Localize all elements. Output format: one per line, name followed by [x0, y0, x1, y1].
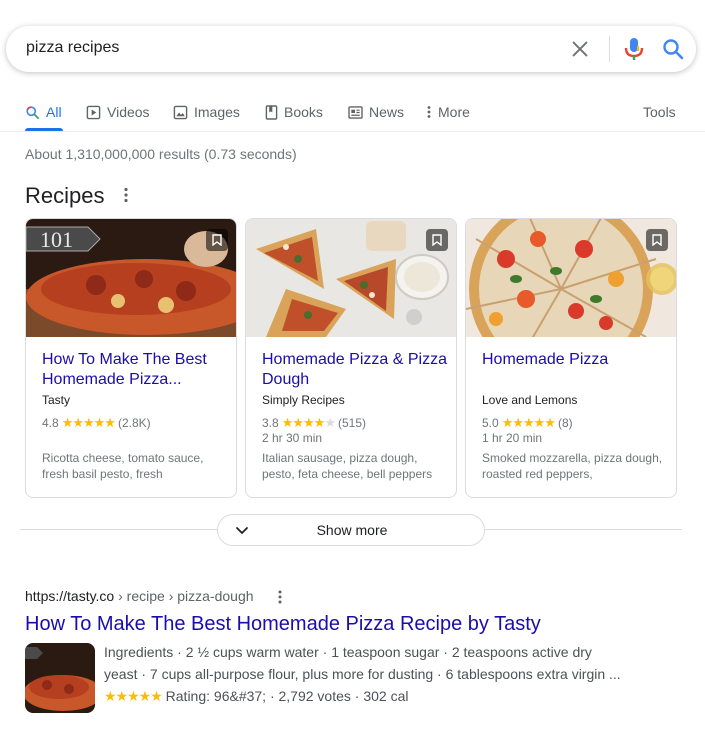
search-bar[interactable]: pizza recipes: [6, 26, 696, 72]
tab-news[interactable]: News: [348, 102, 404, 122]
search-input[interactable]: pizza recipes: [26, 39, 119, 57]
more-vert-icon: [427, 106, 431, 118]
recipe-card[interactable]: Homemade Pizza Love and Lemons 5.0 ★★★★★…: [465, 218, 677, 498]
result-stats: About 1,310,000,000 results (0.73 second…: [25, 146, 297, 162]
result-snippet: Ingredients · 2 ½ cups warm water · 1 te…: [104, 641, 684, 707]
recipe-card[interactable]: 101 How To Make The Best Homemade Pizza.…: [25, 218, 237, 498]
recipe-source: Tasty: [42, 393, 71, 407]
bookmark-icon[interactable]: [206, 229, 228, 251]
search-tabs: All Videos Images Books News More Tools: [0, 98, 705, 132]
tab-label: Books: [284, 104, 323, 120]
rating-value: 4.8: [42, 416, 59, 430]
recipe-card[interactable]: Homemade Pizza & Pizza Dough Simply Reci…: [245, 218, 457, 498]
tab-images[interactable]: Images: [173, 102, 240, 122]
image-icon: [173, 105, 188, 119]
recipe-source: Love and Lemons: [482, 393, 578, 407]
stars-empty: ★: [324, 415, 336, 430]
tab-label: Images: [194, 104, 240, 120]
bookmark-icon[interactable]: [426, 229, 448, 251]
more-vert-icon[interactable]: [119, 186, 133, 204]
tools-label: Tools: [643, 104, 676, 120]
recipe-title[interactable]: How To Make The Best Homemade Pizza...: [42, 350, 228, 390]
search-divider: [609, 36, 610, 62]
recipe-rating: 3.8 ★★★★★ (515): [262, 415, 366, 431]
recipe-ingredients: Ricotta cheese, tomato sauce, fresh basi…: [42, 451, 204, 481]
star-rating-icon: ★★★★★: [104, 688, 163, 704]
tab-label: News: [369, 104, 405, 120]
result-rating: ★★★★★ Rating: 96&#37; · 2,792 votes · 30…: [104, 685, 684, 707]
rating-count: (515): [337, 416, 366, 430]
recipe-title[interactable]: Homemade Pizza: [482, 350, 668, 370]
result-url[interactable]: https://tasty.co › recipe › pizza-dough: [25, 588, 254, 604]
result-thumbnail[interactable]: [25, 643, 95, 713]
recipe-rating: 4.8 ★★★★★ (2.8K): [42, 415, 151, 431]
recipe-image: 101: [26, 219, 236, 337]
tab-label: All: [46, 104, 62, 120]
tools-button[interactable]: Tools: [643, 102, 676, 122]
show-more-label: Show more: [316, 522, 388, 538]
tab-videos[interactable]: Videos: [86, 102, 150, 122]
recipe-ingredients: Smoked mozzarella, pizza dough, roasted …: [482, 451, 663, 481]
show-more-button[interactable]: Show more: [217, 514, 485, 546]
tab-label: More: [438, 104, 470, 120]
more-vert-icon[interactable]: [274, 589, 286, 605]
search-icon: [26, 105, 39, 119]
star-rating-icon: ★★★★★: [281, 415, 336, 431]
bookmark-icon[interactable]: [646, 229, 668, 251]
microphone-icon[interactable]: [623, 37, 645, 61]
recipe-time: 1 hr 20 min: [482, 431, 543, 445]
rating-count: (8): [557, 416, 573, 430]
recipe-image: [246, 219, 456, 337]
result-site: https://tasty.co: [25, 588, 115, 604]
recipes-heading: Recipes: [25, 183, 105, 208]
tab-label: Videos: [107, 104, 150, 120]
search-icon[interactable]: [661, 37, 685, 61]
recipe-ingredients: Italian sausage, pizza dough, pesto, fet…: [262, 451, 433, 481]
book-icon: [265, 104, 278, 120]
recipe-rating: 5.0 ★★★★★ (8): [482, 415, 573, 431]
rating-value: 5.0: [482, 416, 499, 430]
result-title[interactable]: How To Make The Best Homemade Pizza Reci…: [25, 613, 541, 636]
tab-more[interactable]: More: [426, 102, 470, 122]
close-icon[interactable]: [569, 38, 591, 60]
rating-value: 3.8: [262, 416, 279, 430]
rating-text: Rating: 96&#37; · 2,792 votes · 302 cal: [161, 688, 409, 704]
tab-books[interactable]: Books: [265, 102, 323, 122]
star-rating-icon: ★★★★★: [61, 415, 116, 430]
active-tab-indicator: [25, 128, 63, 131]
result-path: › recipe › pizza-dough: [114, 588, 254, 604]
news-icon: [348, 105, 363, 119]
recipe-title[interactable]: Homemade Pizza & Pizza Dough: [262, 350, 448, 390]
star-rating-icon: ★★★★★: [501, 415, 556, 430]
stars-filled: ★★★★: [281, 415, 326, 430]
play-icon: [86, 105, 101, 119]
recipe-image: [466, 219, 676, 337]
snippet-line: yeast · 7 cups all-purpose flour, plus m…: [104, 666, 621, 682]
tab-all[interactable]: All: [25, 102, 62, 122]
recipe-source: Simply Recipes: [262, 393, 345, 407]
rating-count: (2.8K): [117, 416, 151, 430]
recipe-time: 2 hr 30 min: [262, 431, 323, 445]
tasty-101-logo: 101: [40, 227, 73, 252]
snippet-line: Ingredients · 2 ½ cups warm water · 1 te…: [104, 644, 592, 660]
